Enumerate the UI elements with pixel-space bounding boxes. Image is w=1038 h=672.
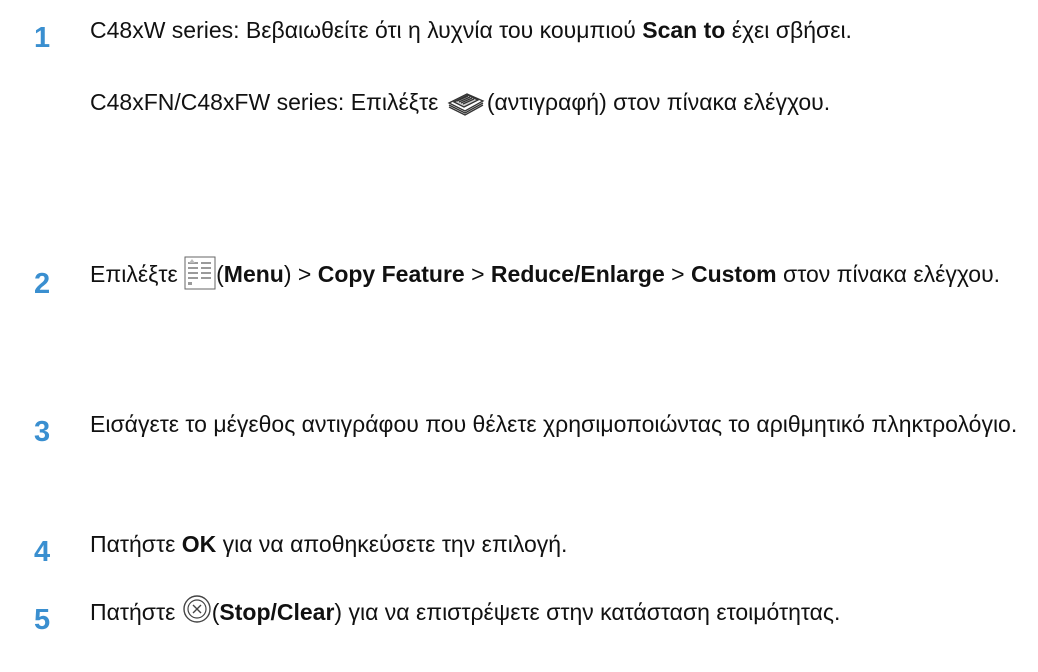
- step-text: Πατήστε OK για να αποθηκεύσετε την επιλο…: [90, 531, 568, 557]
- menu-icon: [184, 256, 216, 290]
- step-text: Εισάγετε το μέγεθος αντιγράφου που θέλετ…: [90, 411, 1018, 437]
- step-number: 2: [34, 268, 51, 300]
- step-1-line-1: C48xW series: Βεβαιωθείτε ότι η λυχνία τ…: [90, 17, 852, 43]
- step-1-line-2: C48xFN/C48xFW series: Επιλέξτε (αντιγραφ…: [90, 84, 1030, 120]
- step-number: 4: [34, 536, 51, 568]
- step-text: Πατήστε (Stop/Clear) για να επιστρέψετε …: [90, 594, 1030, 630]
- step-text: C48xW series: Βεβαιωθείτε ότι η λυχνία τ…: [90, 12, 1030, 120]
- copy-icon: [445, 86, 487, 116]
- step-text: Επιλέξτε (Menu) > Copy Feature > Reduce/…: [90, 256, 1030, 292]
- step-number: 3: [34, 416, 51, 448]
- stop-clear-icon: [182, 594, 212, 624]
- step-number: 5: [34, 604, 51, 636]
- step-number: 1: [34, 22, 51, 54]
